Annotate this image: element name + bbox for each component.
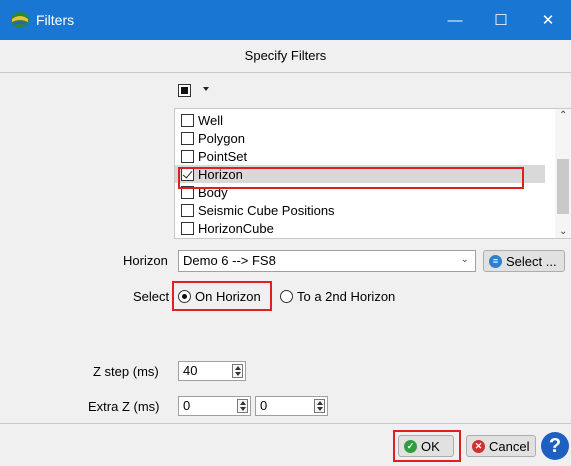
select-horizon-button[interactable]: ≡ Select ... [483,250,565,272]
select-all-icon[interactable] [178,84,191,97]
list-item-label: Seismic Cube Positions [198,202,335,218]
list-scrollbar[interactable]: ⌃ ⌄ [555,109,571,238]
list-item-label: Body [198,184,228,200]
chevron-down-icon[interactable] [203,87,209,91]
z-step-spinbox[interactable]: 40 [178,361,246,381]
extra-z-value-1: 0 [183,398,191,413]
extra-z-label: Extra Z (ms) [88,399,160,414]
list-item[interactable]: Well [181,111,551,129]
chevron-down-icon[interactable]: ⌄ [461,254,469,265]
close-button[interactable]: ✕ [525,0,571,40]
check-icon: ✓ [404,439,417,453]
extra-z-spinbox-2[interactable]: 0 [255,396,328,416]
list-icon: ≡ [489,254,502,268]
app-logo-icon [11,12,29,28]
window-title: Filters [36,12,75,28]
list-item-label: Well [198,112,224,128]
radio-label: On Horizon [195,289,261,304]
help-button[interactable]: ? [541,432,569,460]
list-item[interactable]: Polygon [181,129,551,147]
spin-arrows-icon[interactable] [237,399,248,413]
maximize-button[interactable]: ☐ [478,0,524,40]
horizon-select[interactable]: Demo 6 --> FS8 ⌄ [178,250,476,272]
checkbox[interactable] [181,185,194,199]
list-item-label: Horizon [198,166,243,182]
checkbox[interactable] [181,113,194,127]
list-item-label: HorizonCube [198,220,274,236]
checkbox[interactable] [181,203,194,217]
minimize-button[interactable]: — [432,0,478,40]
list-item[interactable]: Body [181,183,551,201]
extra-z-value-2: 0 [260,398,268,413]
select-label: Select [133,289,170,304]
dialog-body: Specify Filters Well Polygon PointSet Ho… [0,40,571,466]
radio-on-horizon[interactable]: On Horizon [178,289,261,304]
spin-arrows-icon[interactable] [314,399,325,413]
list-item-label: Polygon [198,130,245,146]
z-step-value: 40 [183,363,198,378]
divider [0,72,571,73]
list-item[interactable]: HorizonCube [181,219,551,237]
checkbox[interactable] [181,149,194,163]
list-item[interactable]: PointSet [181,147,551,165]
scroll-up-icon[interactable]: ⌃ [559,110,567,121]
list-item-label: PointSet [198,148,248,164]
horizon-value: Demo 6 --> FS8 [183,253,276,268]
list-item-selected[interactable]: Horizon [175,165,545,183]
radio-button[interactable] [280,290,293,303]
checkbox[interactable] [181,131,194,145]
cancel-icon: ✕ [472,439,485,453]
list-item[interactable]: Seismic Cube Positions [181,201,551,219]
select-button-label: Select ... [506,253,557,269]
radio-button[interactable] [178,290,191,303]
ok-label: OK [421,438,440,454]
title-bar: Filters — ☐ ✕ [0,0,571,40]
cancel-label: Cancel [489,438,530,454]
radio-label: To a 2nd Horizon [297,289,396,304]
filter-list[interactable]: Well Polygon PointSet Horizon Body Seism… [174,108,571,239]
cancel-button[interactable]: ✕ Cancel [466,435,536,457]
checkbox-checked[interactable] [181,167,194,181]
scroll-down-icon[interactable]: ⌄ [559,226,567,237]
horizon-label: Horizon [123,253,168,268]
radio-2nd-horizon[interactable]: To a 2nd Horizon [280,289,395,304]
extra-z-spinbox-1[interactable]: 0 [178,396,251,416]
dialog-heading: Specify Filters [244,48,327,63]
ok-button[interactable]: ✓ OK [398,435,454,457]
checkbox[interactable] [181,221,194,235]
divider [0,423,571,424]
spin-arrows-icon[interactable] [232,364,243,378]
scrollbar-thumb[interactable] [557,159,569,214]
z-step-label: Z step (ms) [93,364,159,379]
